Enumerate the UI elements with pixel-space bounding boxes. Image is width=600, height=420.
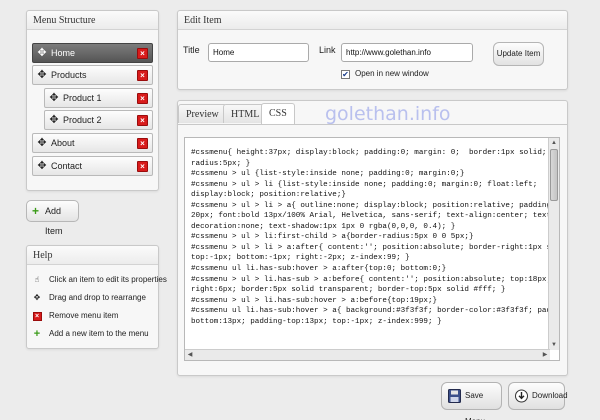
title-input[interactable] [208, 43, 309, 62]
scroll-down-arrow-icon[interactable]: ▼ [549, 340, 559, 350]
save-menu-button[interactable]: Save Menu [441, 382, 502, 420]
download-icon [515, 389, 528, 403]
menu-structure-panel: Menu Structure ✥ Home × ✥ Products × ✥ P… [26, 10, 159, 191]
code-tabs-panel: Preview HTML CSS golethan.info #cssmenu{… [177, 100, 568, 376]
save-floppy-icon [448, 389, 461, 403]
vertical-scrollbar[interactable]: ▲ ▼ [548, 138, 559, 350]
tab-preview[interactable]: Preview [178, 104, 227, 123]
move-arrows-icon[interactable]: ✥ [37, 134, 47, 152]
move-arrows-icon[interactable]: ✥ [37, 44, 47, 62]
menu-item-label: Home [51, 48, 76, 58]
menu-item-products[interactable]: ✥ Products × [32, 65, 153, 85]
menu-item-contact[interactable]: ✥ Contact × [32, 156, 153, 176]
remove-icon[interactable]: × [137, 161, 148, 172]
bottom-actions: Save Menu Download [177, 380, 568, 420]
scroll-left-arrow-icon[interactable]: ◀ [185, 350, 195, 360]
remove-icon: × [32, 309, 42, 323]
css-code-text[interactable]: #cssmenu{ height:37px; display:block; pa… [191, 148, 559, 327]
move-arrows-icon: ✥ [33, 293, 41, 302]
edit-item-title: Edit Item [178, 11, 567, 30]
move-arrows-icon[interactable]: ✥ [37, 157, 47, 175]
menu-item-label: Contact [51, 161, 83, 171]
menu-item-label: Product 2 [63, 115, 102, 125]
open-new-window-label: Open in new window [355, 69, 429, 78]
scroll-right-arrow-icon[interactable]: ▶ [540, 350, 550, 360]
watermark-text: golethan.info [325, 103, 451, 125]
horizontal-scrollbar[interactable]: ◀ ▶ [185, 349, 550, 360]
title-label: Title [183, 45, 200, 55]
menu-item-label: Products [51, 70, 87, 80]
move-arrows-icon[interactable]: ✥ [49, 111, 59, 129]
move-arrows-icon[interactable]: ✥ [49, 89, 59, 107]
add-item-button[interactable]: + Add Item [26, 200, 79, 236]
remove-icon[interactable]: × [137, 93, 148, 104]
download-button[interactable]: Download [508, 382, 568, 410]
remove-icon[interactable]: × [137, 138, 148, 149]
remove-icon[interactable]: × [137, 70, 148, 81]
link-label: Link [319, 45, 336, 55]
scroll-up-arrow-icon[interactable]: ▲ [549, 138, 559, 148]
tab-css[interactable]: CSS [261, 103, 295, 124]
remove-icon[interactable]: × [137, 48, 148, 59]
add-icon: + [33, 328, 41, 340]
menu-item-about[interactable]: ✥ About × [32, 133, 153, 153]
css-code-area[interactable]: #cssmenu{ height:37px; display:block; pa… [184, 137, 560, 361]
remove-icon[interactable]: × [137, 115, 148, 126]
edit-item-panel: Edit Item Title Link ✔ Open in new windo… [177, 10, 568, 90]
update-item-button[interactable]: Update Item [493, 42, 544, 66]
add-icon: + [32, 204, 40, 218]
menu-item-label: About [51, 138, 75, 148]
menu-item-label: Product 1 [63, 93, 102, 103]
open-new-window-checkbox[interactable]: ✔ [341, 70, 350, 79]
menu-item-product-2[interactable]: ✥ Product 2 × [44, 110, 153, 130]
move-arrows-icon[interactable]: ✥ [37, 66, 47, 84]
help-title: Help [27, 246, 158, 265]
menu-structure-title: Menu Structure [27, 11, 158, 30]
pointer-hand-icon: ☝ [34, 275, 40, 284]
scrollbar-thumb[interactable] [550, 149, 558, 201]
link-input[interactable] [341, 43, 473, 62]
menu-item-product-1[interactable]: ✥ Product 1 × [44, 88, 153, 108]
menu-item-home[interactable]: ✥ Home × [32, 43, 153, 63]
help-panel: Help ☝ Click an item to edit its propert… [26, 245, 167, 349]
